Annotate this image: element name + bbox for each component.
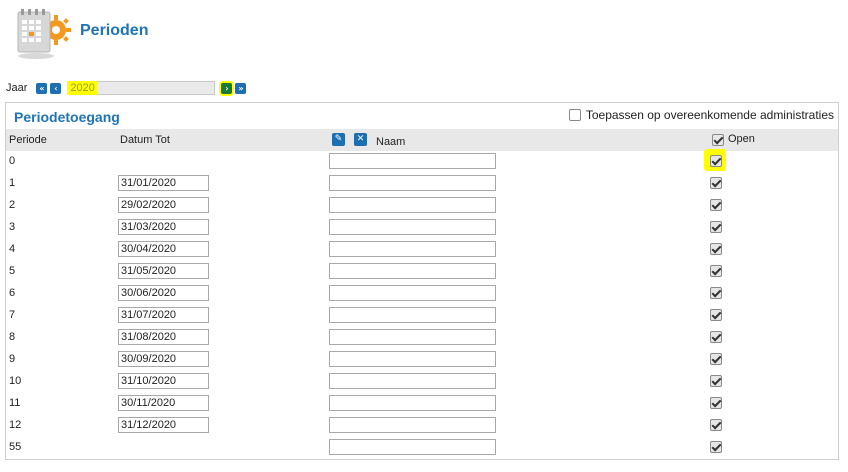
open-checkbox[interactable] bbox=[710, 177, 722, 189]
periode-value: 8 bbox=[9, 331, 16, 343]
datum-tot-input[interactable] bbox=[118, 175, 209, 191]
table-row: 5 bbox=[6, 261, 838, 283]
naam-input[interactable] bbox=[329, 417, 496, 433]
naam-input[interactable] bbox=[329, 219, 496, 235]
datum-tot-input[interactable] bbox=[118, 219, 209, 235]
table-row: 0 bbox=[6, 149, 838, 173]
open-checkbox[interactable] bbox=[710, 221, 722, 233]
open-checkbox[interactable] bbox=[710, 441, 722, 453]
periode-value: 10 bbox=[9, 375, 22, 387]
year-label: Jaar bbox=[6, 82, 28, 94]
column-datum-tot: Datum Tot bbox=[120, 134, 170, 146]
naam-input[interactable] bbox=[329, 307, 496, 323]
open-checkbox[interactable] bbox=[710, 199, 722, 211]
naam-input[interactable] bbox=[329, 153, 496, 169]
table-row: 9 bbox=[6, 349, 838, 371]
periode-value: 2 bbox=[9, 199, 16, 211]
table-row: 3 bbox=[6, 217, 838, 239]
year-field-wrap: 2020 bbox=[64, 81, 221, 95]
periode-value: 9 bbox=[9, 353, 16, 365]
table-row: 8 bbox=[6, 327, 838, 349]
periode-value: 55 bbox=[9, 441, 22, 453]
table-row: 12 bbox=[6, 415, 838, 437]
previous-year-button[interactable]: ‹ bbox=[50, 82, 62, 94]
periode-value: 4 bbox=[9, 243, 16, 255]
naam-input[interactable] bbox=[329, 329, 496, 345]
column-open: Open bbox=[728, 133, 755, 145]
table-row: 4 bbox=[6, 239, 838, 261]
datum-tot-input[interactable] bbox=[118, 329, 209, 345]
periode-value: 7 bbox=[9, 309, 16, 321]
apply-label: Toepassen op overeenkomende administrati… bbox=[585, 108, 834, 122]
next-year-button[interactable]: › bbox=[221, 82, 233, 94]
open-checkbox[interactable] bbox=[710, 243, 722, 255]
table-header: Periode Datum Tot ✎ ✕ Naam Open bbox=[6, 129, 838, 151]
naam-input[interactable] bbox=[329, 175, 496, 191]
datum-tot-input[interactable] bbox=[118, 285, 209, 301]
open-all-checkbox[interactable] bbox=[712, 134, 724, 146]
datum-tot-input[interactable] bbox=[118, 307, 209, 323]
period-access-panel: Periodetoegang Toepassen op overeenkomen… bbox=[5, 102, 839, 460]
open-checkbox[interactable] bbox=[710, 265, 722, 277]
open-checkbox[interactable] bbox=[710, 287, 722, 299]
table-row: 1 bbox=[6, 173, 838, 195]
naam-input[interactable] bbox=[329, 351, 496, 367]
periode-value: 3 bbox=[9, 221, 16, 233]
open-checkbox[interactable] bbox=[710, 309, 722, 321]
table-row: 10 bbox=[6, 371, 838, 393]
table-row: 7 bbox=[6, 305, 838, 327]
column-periode: Periode bbox=[9, 134, 47, 146]
column-naam: Naam bbox=[376, 136, 406, 148]
year-value: 2020 bbox=[70, 82, 95, 94]
calendar-gear-icon bbox=[14, 6, 72, 62]
datum-tot-input[interactable] bbox=[118, 197, 209, 213]
page-header: Perioden bbox=[14, 6, 148, 62]
apply-option: Toepassen op overeenkomende administrati… bbox=[568, 108, 834, 122]
year-navigation: Jaar « ‹ 2020 › » bbox=[6, 80, 249, 96]
periode-value: 5 bbox=[9, 265, 16, 277]
naam-input[interactable] bbox=[329, 263, 496, 279]
datum-tot-input[interactable] bbox=[118, 241, 209, 257]
open-checkbox[interactable] bbox=[710, 353, 722, 365]
clear-all-icon[interactable]: ✕ bbox=[354, 133, 367, 146]
datum-tot-input[interactable] bbox=[118, 395, 209, 411]
periode-value: 12 bbox=[9, 419, 22, 431]
datum-tot-input[interactable] bbox=[118, 417, 209, 433]
datum-tot-input[interactable] bbox=[118, 263, 209, 279]
periode-value: 11 bbox=[9, 397, 21, 409]
open-checkbox[interactable] bbox=[710, 155, 722, 167]
panel-title: Periodetoegang bbox=[14, 109, 120, 125]
table-row: 2 bbox=[6, 195, 838, 217]
naam-input[interactable] bbox=[329, 439, 496, 455]
first-year-button[interactable]: « bbox=[36, 82, 48, 94]
naam-input[interactable] bbox=[329, 197, 496, 213]
periode-value: 1 bbox=[9, 177, 16, 189]
page-title: Perioden bbox=[80, 22, 149, 39]
datum-tot-input[interactable] bbox=[118, 351, 209, 367]
naam-input[interactable] bbox=[329, 285, 496, 301]
table-row: 11 bbox=[6, 393, 838, 415]
open-checkbox[interactable] bbox=[710, 375, 722, 387]
periode-value: 0 bbox=[9, 155, 16, 167]
periode-value: 6 bbox=[9, 287, 16, 299]
edit-all-icon[interactable]: ✎ bbox=[332, 133, 345, 146]
datum-tot-input[interactable] bbox=[118, 373, 209, 389]
table-row: 55 bbox=[6, 437, 838, 459]
naam-input[interactable] bbox=[329, 241, 496, 257]
open-checkbox[interactable] bbox=[710, 397, 722, 409]
naam-input[interactable] bbox=[329, 395, 496, 411]
naam-input[interactable] bbox=[329, 373, 496, 389]
table-row: 6 bbox=[6, 283, 838, 305]
open-checkbox[interactable] bbox=[710, 331, 722, 343]
open-checkbox[interactable] bbox=[710, 419, 722, 431]
apply-checkbox[interactable] bbox=[568, 109, 581, 121]
last-year-button[interactable]: » bbox=[235, 82, 247, 94]
